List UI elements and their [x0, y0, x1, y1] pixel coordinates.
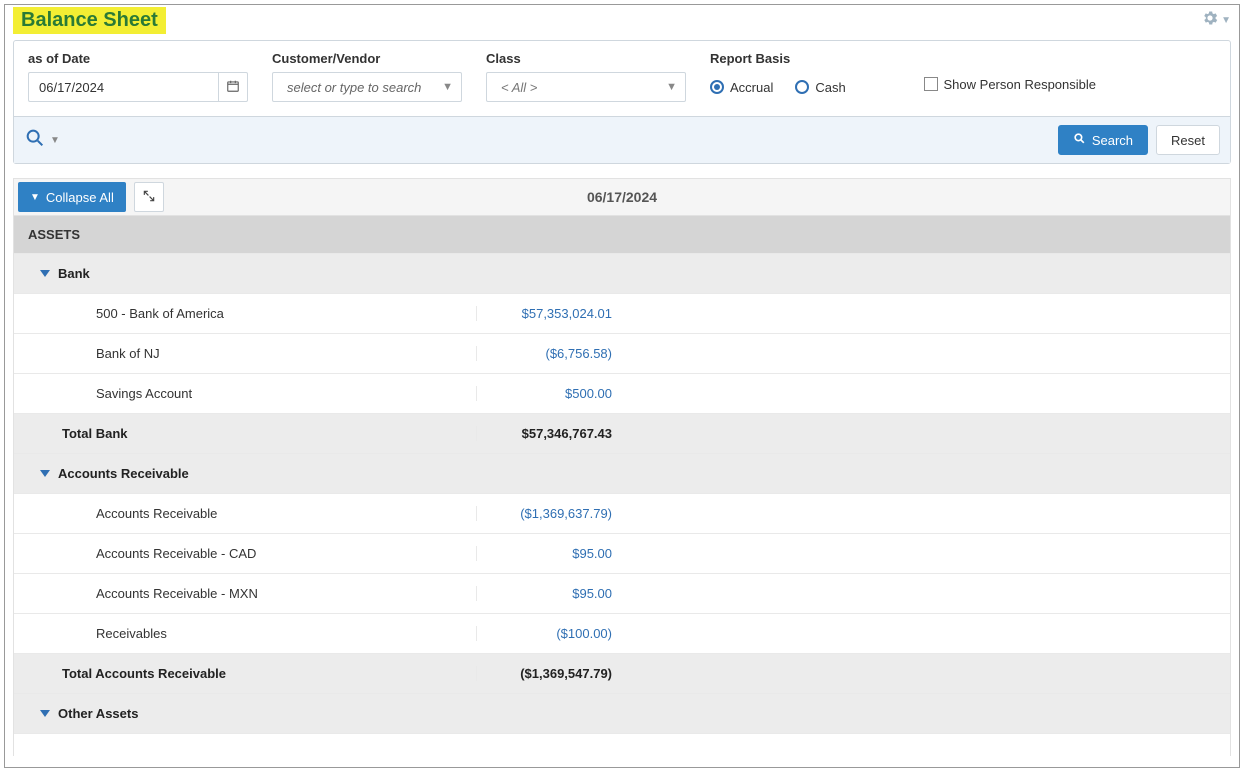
total-label: Total Accounts Receivable	[62, 666, 226, 681]
report-basis-label: Report Basis	[710, 51, 846, 66]
account-label: Receivables	[96, 626, 167, 641]
reset-button-label: Reset	[1171, 133, 1205, 148]
basis-accrual-radio[interactable]: Accrual	[710, 80, 773, 95]
group-row[interactable]: Other Assets	[14, 694, 1230, 734]
account-row: Accounts Receivable - MXN $95.00	[14, 574, 1230, 614]
grid-toolbar: ▼ Collapse All 06/17/2024	[13, 178, 1231, 216]
class-value: < All >	[501, 80, 537, 95]
as-of-date-label: as of Date	[28, 51, 248, 66]
total-row: Total Accounts Receivable ($1,369,547.79)	[14, 654, 1230, 694]
account-value-link[interactable]: $57,353,024.01	[522, 306, 612, 321]
account-row: Bank of NJ ($6,756.58)	[14, 334, 1230, 374]
radio-icon	[795, 80, 809, 94]
filters-panel: as of Date Customer/Vendor select or typ…	[13, 40, 1231, 164]
radio-icon	[710, 80, 724, 94]
account-label: Accounts Receivable - CAD	[96, 546, 256, 561]
chevron-down-icon: ▼	[50, 135, 60, 146]
basis-cash-label: Cash	[815, 80, 845, 95]
account-row: Accounts Receivable ($1,369,637.79)	[14, 494, 1230, 534]
account-value-link[interactable]: $500.00	[565, 386, 612, 401]
account-row: Receivables ($100.00)	[14, 614, 1230, 654]
saved-search-dropdown[interactable]: ▼	[24, 127, 60, 154]
account-value-link[interactable]: ($1,369,637.79)	[520, 506, 612, 521]
date-picker-button[interactable]	[218, 72, 248, 102]
show-person-responsible-checkbox[interactable]: Show Person Responsible	[924, 69, 1096, 99]
gear-icon	[1201, 9, 1219, 32]
total-value: ($1,369,547.79)	[520, 666, 612, 681]
caret-down-icon[interactable]	[40, 270, 50, 277]
account-row: Accounts Receivable - CAD $95.00	[14, 534, 1230, 574]
account-value-link[interactable]: ($100.00)	[556, 626, 612, 641]
account-label: Bank of NJ	[96, 346, 160, 361]
group-row[interactable]: Bank	[14, 254, 1230, 294]
account-value-link[interactable]: $95.00	[572, 586, 612, 601]
search-button[interactable]: Search	[1058, 125, 1148, 155]
group-label: Other Assets	[58, 706, 138, 721]
account-row: 500 - Bank of America $57,353,024.01	[14, 294, 1230, 334]
total-value: $57,346,767.43	[522, 426, 612, 441]
chevron-down-icon: ▼	[30, 192, 40, 203]
as-of-date-input[interactable]	[28, 72, 218, 102]
total-label: Total Bank	[62, 426, 128, 441]
show-person-responsible-label: Show Person Responsible	[944, 77, 1096, 92]
calendar-icon	[226, 79, 240, 96]
chevron-down-icon: ▼	[442, 81, 453, 93]
account-label: 500 - Bank of America	[96, 306, 224, 321]
fullscreen-button[interactable]	[134, 182, 164, 212]
customer-vendor-label: Customer/Vendor	[272, 51, 462, 66]
account-label: Accounts Receivable	[96, 506, 217, 521]
caret-down-icon[interactable]	[40, 710, 50, 717]
total-row: Total Bank $57,346,767.43	[14, 414, 1230, 454]
account-row: Savings Account $500.00	[14, 374, 1230, 414]
basis-accrual-label: Accrual	[730, 80, 773, 95]
caret-down-icon[interactable]	[40, 470, 50, 477]
chevron-down-icon: ▼	[666, 81, 677, 93]
chevron-down-icon: ▼	[1221, 15, 1231, 26]
search-button-label: Search	[1092, 133, 1133, 148]
checkbox-icon	[924, 77, 938, 91]
account-label: Accounts Receivable - MXN	[96, 586, 258, 601]
group-label: Accounts Receivable	[58, 466, 189, 481]
page-title: Balance Sheet	[13, 7, 166, 34]
account-value-link[interactable]: $95.00	[572, 546, 612, 561]
account-label: Savings Account	[96, 386, 192, 401]
expand-icon	[142, 189, 156, 206]
customer-vendor-placeholder: select or type to search	[287, 80, 421, 95]
balance-sheet-grid: ASSETS Bank 500 - Bank of America $57,353,0…	[13, 216, 1231, 756]
basis-cash-radio[interactable]: Cash	[795, 80, 845, 95]
collapse-all-label: Collapse All	[46, 190, 114, 205]
customer-vendor-select[interactable]: select or type to search ▼	[272, 72, 462, 102]
class-select[interactable]: < All > ▼	[486, 72, 686, 102]
assets-header: ASSETS	[14, 216, 1230, 254]
group-row[interactable]: Accounts Receivable	[14, 454, 1230, 494]
settings-gear-dropdown[interactable]: ▼	[1201, 9, 1231, 32]
search-gear-icon	[24, 127, 46, 154]
account-value-link[interactable]: ($6,756.58)	[546, 346, 613, 361]
collapse-all-button[interactable]: ▼ Collapse All	[18, 182, 126, 212]
toolbar-date: 06/17/2024	[587, 189, 657, 205]
search-icon	[1073, 132, 1086, 148]
class-label: Class	[486, 51, 686, 66]
group-label: Bank	[58, 266, 90, 281]
reset-button[interactable]: Reset	[1156, 125, 1220, 155]
assets-header-label: ASSETS	[28, 227, 80, 242]
